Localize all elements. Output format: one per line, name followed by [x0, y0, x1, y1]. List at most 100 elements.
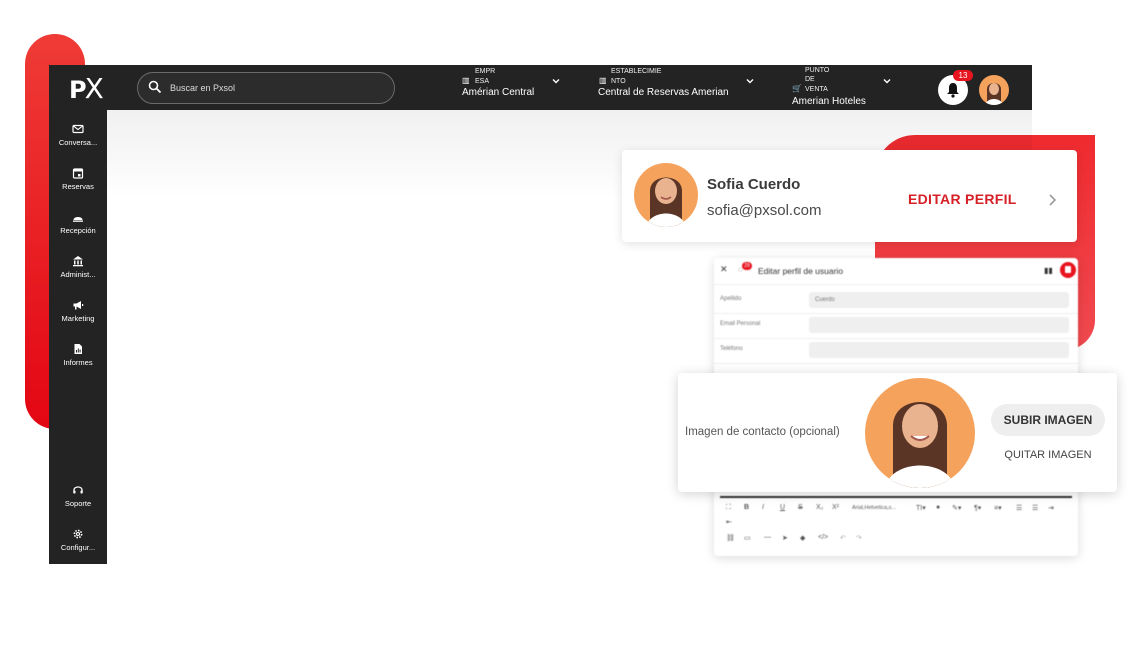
profile-name: Sofia Cuerdo	[707, 176, 801, 193]
code-icon[interactable]: </>	[818, 534, 828, 541]
company-selector[interactable]: EMPR ▥ ESA Amérian Central	[459, 65, 569, 110]
underline-icon[interactable]: U	[780, 504, 785, 511]
report-icon	[74, 344, 82, 354]
gear-icon	[73, 529, 83, 539]
font-family-select[interactable]: Arial,Helvetica,s...	[852, 505, 896, 511]
pos-label-line3: VENTA	[805, 86, 828, 93]
form-row-apellido: Apellido Cuerdo	[714, 288, 1078, 314]
avatar-image	[885, 402, 955, 488]
chevron-down-icon	[883, 79, 891, 84]
eraser-icon[interactable]: ◆	[800, 534, 805, 542]
sidebar-item-label: Marketing	[61, 314, 95, 323]
sidebar-item-reception[interactable]: Recepción	[49, 211, 107, 235]
paragraph-icon[interactable]: ¶▾	[974, 504, 981, 512]
rich-text-toolbar: ⛶ B I U S X₂ X² Arial,Helvetica,s... TI▾…	[720, 496, 1072, 552]
establishment-selector[interactable]: ESTABLECIMIE ▥ NTO Central de Reservas A…	[595, 65, 765, 110]
sidebar-item-administration[interactable]: Administ...	[49, 255, 107, 279]
pos-label-line1: PUNTO	[805, 67, 830, 74]
sidebar-item-support[interactable]: Soporte	[49, 484, 107, 508]
sidebar-item-reports[interactable]: Informes	[49, 343, 107, 367]
sidebar-item-label: Recepción	[60, 226, 96, 235]
profile-email: sofia@pxsol.com	[707, 202, 822, 219]
redo-icon[interactable]: ↷	[856, 534, 862, 542]
company-label-line1: EMPR	[475, 68, 496, 75]
user-avatar[interactable]	[979, 75, 1009, 105]
upload-image-button[interactable]: SUBIR IMAGEN	[991, 404, 1105, 436]
sidebar-item-label: Conversa...	[58, 138, 98, 147]
horizontal-rule-icon[interactable]: —	[764, 534, 771, 541]
megaphone-icon	[73, 301, 84, 310]
search-input[interactable]	[168, 79, 382, 97]
form-row-telefono: Teléfono	[714, 338, 1078, 364]
contact-image-label: Imagen de contacto (opcional)	[685, 426, 840, 438]
sidebar: Conversa... Reservas Recepción Administ.…	[49, 110, 107, 564]
field-label: Teléfono	[720, 346, 743, 352]
pxsol-logo[interactable]: PX	[69, 72, 104, 105]
email-field[interactable]	[809, 317, 1069, 333]
bell-icon	[947, 83, 959, 98]
calendar-icon	[72, 168, 84, 179]
contact-image-preview	[865, 378, 975, 488]
profile-card[interactable]: Sofia Cuerdo sofia@pxsol.com EDITAR PERF…	[622, 150, 1077, 242]
unordered-list-icon[interactable]: ☰	[1032, 504, 1038, 512]
ordered-list-icon[interactable]: ☰	[1016, 504, 1022, 512]
field-label: Email Personal	[720, 321, 761, 327]
form-title: Editar perfil de usuario	[758, 266, 844, 276]
profile-avatar	[634, 163, 698, 227]
bold-icon[interactable]: B	[744, 504, 749, 511]
outdent-icon[interactable]: ⇤	[726, 518, 732, 526]
form-header: ✕ ◌ 29 Editar perfil de usuario ▮▮	[714, 258, 1078, 285]
support-icon	[73, 486, 83, 494]
sidebar-item-label: Soporte	[64, 499, 92, 508]
strikethrough-icon[interactable]: S	[798, 504, 803, 511]
search-icon	[148, 80, 162, 94]
avatar-image	[985, 83, 1003, 105]
pos-value: Amerian Hoteles	[792, 96, 866, 107]
color-icon[interactable]: ●	[936, 504, 940, 511]
subscript-icon[interactable]: X₂	[816, 504, 823, 511]
highlight-icon[interactable]: ✎▾	[952, 504, 961, 512]
company-label-line2: ESA	[475, 78, 490, 85]
form-badge: 29	[742, 262, 752, 270]
remove-image-button[interactable]: QUITAR IMAGEN	[991, 449, 1105, 461]
link-icon[interactable]: ⛓	[726, 534, 735, 542]
notification-count-badge: 13	[953, 70, 973, 81]
indent-icon[interactable]: ⇥	[1048, 504, 1054, 512]
sidebar-item-marketing[interactable]: Marketing	[49, 299, 107, 323]
apellido-field[interactable]: Cuerdo	[809, 292, 1069, 308]
pointer-icon[interactable]: ➤	[782, 534, 788, 542]
sidebar-item-label: Informes	[63, 358, 93, 367]
book-icon[interactable]: ▮▮	[1044, 266, 1053, 275]
cart-icon: 🛒	[792, 84, 802, 93]
superscript-icon[interactable]: X²	[832, 504, 839, 511]
building-icon: ▥	[462, 76, 470, 85]
edit-profile-link[interactable]: EDITAR PERFIL	[908, 191, 1017, 207]
establishment-label-line2: NTO	[611, 78, 626, 85]
search-box[interactable]	[137, 72, 395, 104]
bank-icon	[73, 256, 83, 267]
mail-icon	[72, 124, 84, 134]
form-row-email: Email Personal	[714, 313, 1078, 339]
undo-icon[interactable]: ↶	[840, 534, 846, 542]
sidebar-item-label: Configur...	[60, 543, 96, 552]
phone-field[interactable]	[809, 342, 1069, 358]
font-size-icon[interactable]: TI▾	[916, 504, 926, 512]
close-icon[interactable]: ✕	[720, 264, 728, 275]
align-icon[interactable]: ≡▾	[994, 504, 1002, 512]
sidebar-item-conversations[interactable]: Conversa...	[49, 123, 107, 147]
company-value: Amérian Central	[462, 87, 535, 98]
italic-icon[interactable]: I	[762, 504, 764, 511]
image-icon[interactable]: ▭	[744, 534, 751, 542]
sidebar-item-label: Reservas	[62, 182, 94, 191]
building-icon: ▥	[599, 76, 607, 85]
establishment-value: Central de Reservas Amerian	[598, 87, 729, 98]
establishment-label-line1: ESTABLECIMIE	[611, 68, 662, 75]
sidebar-item-reservations[interactable]: Reservas	[49, 167, 107, 191]
point-of-sale-selector[interactable]: PUNTO DE 🛒 VENTA Amerian Hoteles	[789, 65, 899, 110]
chevron-right-icon[interactable]	[1048, 193, 1057, 207]
save-button[interactable]	[1060, 262, 1076, 278]
field-label: Apellido	[720, 296, 742, 302]
fullscreen-icon[interactable]: ⛶	[726, 504, 731, 512]
pos-label-line2: DE	[805, 76, 815, 83]
sidebar-item-settings[interactable]: Configur...	[49, 528, 107, 552]
